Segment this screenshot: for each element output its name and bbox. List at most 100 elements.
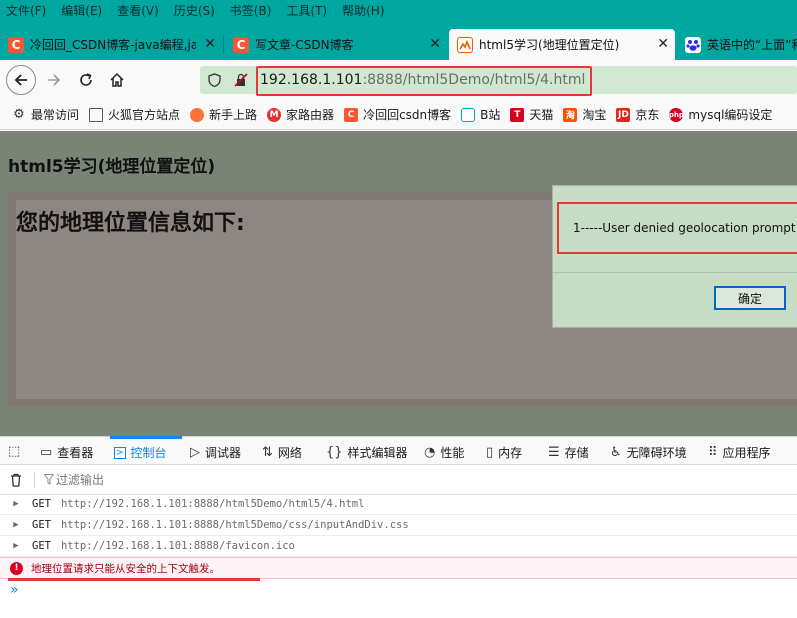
bookmark-label: 天猫	[529, 108, 554, 122]
php-icon: php	[669, 107, 684, 122]
bookmark-tmall[interactable]: T 天猫	[510, 106, 553, 123]
tab-label: 网络	[277, 446, 302, 460]
error-message: 地理位置请求只能从安全的上下文触发。	[31, 562, 220, 575]
log-row[interactable]: ▶ GET http://192.168.1.101:8888/favicon.…	[0, 536, 797, 557]
log-row[interactable]: ▶ GET http://192.168.1.101:8888/html5Dem…	[0, 515, 797, 536]
tab-title: html5学习(地理位置定位)	[479, 38, 620, 52]
bookmarks-bar: ⚙ 最常访问 火狐官方站点 新手上路 M 家路由器 C 冷回回csdn博客 B站 T天…	[0, 100, 797, 130]
tab-label: 样式编辑器	[347, 446, 408, 460]
expand-arrow-icon[interactable]: ▶	[0, 541, 32, 551]
tab-label: 应用程序	[722, 446, 771, 460]
ok-button[interactable]: 确定	[714, 286, 786, 310]
menu-bar: 文件(F) 编辑(E) 查看(V) 历史(S) 书签(B) 工具(T) 帮助(H…	[0, 0, 797, 20]
menu-edit[interactable]: 编辑(E)	[61, 2, 102, 19]
tab-debugger[interactable]: ▷ 调试器	[190, 444, 241, 461]
error-row[interactable]: ! 地理位置请求只能从安全的上下文触发。	[0, 557, 797, 579]
error-underline	[8, 578, 260, 581]
tab-csdn-blog[interactable]: C 冷回回_CSDN博客-java编程,ja ✕	[0, 29, 222, 60]
element-picker-button[interactable]: ⬚	[8, 444, 25, 459]
bookmark-label: 火狐官方站点	[108, 108, 181, 122]
expand-arrow-icon[interactable]: ▶	[0, 520, 32, 530]
bookmark-jd[interactable]: JD 京东	[616, 106, 659, 123]
tab-write-article[interactable]: C 写文章-CSDN博客 ✕	[225, 29, 447, 60]
tab-label: 存储	[564, 446, 589, 460]
tab-label: 调试器	[205, 446, 242, 460]
error-icon: !	[10, 561, 23, 575]
close-icon[interactable]: ✕	[657, 36, 669, 52]
tab-label: 性能	[440, 446, 465, 460]
folder-icon	[89, 107, 104, 122]
bookmark-label: mysql编码设定	[688, 108, 773, 122]
console-prompt[interactable]: »	[10, 582, 19, 598]
tab-accessibility[interactable]: ♿ 无障碍环境	[610, 444, 687, 461]
tab-title: 英语中的“上面”和	[707, 38, 797, 52]
tmall-icon: T	[510, 107, 525, 122]
home-button[interactable]	[103, 66, 131, 94]
divider	[553, 272, 797, 273]
tab-html5-geolocation[interactable]: html5学习(地理位置定位) ✕	[449, 29, 675, 60]
tab-style-editor[interactable]: {} 样式编辑器	[326, 444, 408, 461]
bookmark-home-router[interactable]: M 家路由器	[267, 106, 334, 123]
bookmark-most-visited[interactable]: ⚙ 最常访问	[12, 106, 79, 123]
tab-inspector[interactable]: ▭ 查看器	[40, 444, 93, 461]
log-url[interactable]: http://192.168.1.101:8888/favicon.ico	[61, 540, 295, 552]
debugger-icon: ▷	[190, 445, 200, 460]
baidu-icon	[685, 36, 701, 53]
geo-heading: 您的地理位置信息如下:	[16, 211, 245, 236]
log-method: GET	[32, 498, 51, 510]
menu-bookmarks[interactable]: 书签(B)	[230, 2, 272, 19]
menu-file[interactable]: 文件(F)	[6, 2, 46, 19]
bookmark-getting-started[interactable]: 新手上路	[190, 106, 257, 123]
bookmark-label: 家路由器	[286, 108, 335, 122]
m-icon: M	[267, 107, 282, 122]
back-button[interactable]	[6, 65, 36, 95]
close-icon[interactable]: ✕	[429, 36, 441, 52]
close-icon[interactable]: ✕	[204, 36, 216, 52]
log-url[interactable]: http://192.168.1.101:8888/html5Demo/html…	[61, 498, 364, 510]
shield-icon[interactable]	[208, 73, 221, 87]
trash-icon[interactable]	[10, 473, 22, 487]
menu-view[interactable]: 查看(V)	[117, 2, 159, 19]
bookmark-label: 京东	[635, 108, 660, 122]
storage-icon: ☰	[548, 445, 560, 460]
insecure-lock-icon[interactable]	[234, 73, 248, 87]
taobao-icon: 淘	[563, 107, 578, 122]
expand-arrow-icon[interactable]: ▶	[0, 499, 32, 509]
bookmark-firefox-official[interactable]: 火狐官方站点	[89, 106, 180, 123]
memory-icon: ▯	[486, 445, 494, 460]
tab-network[interactable]: ⇅ 网络	[262, 444, 302, 461]
filter-input[interactable]	[56, 471, 356, 489]
tab-application[interactable]: ⠿ 应用程序	[708, 444, 771, 461]
csdn-icon: C	[233, 36, 249, 53]
url-text[interactable]: 192.168.1.101:8888/html5Demo/html5/4.htm…	[260, 70, 585, 90]
arrow-left-icon	[14, 74, 27, 86]
tab-english-above[interactable]: 英语中的“上面”和	[677, 29, 797, 60]
bookmark-label: 最常访问	[31, 108, 80, 122]
tab-label: 查看器	[57, 446, 94, 460]
performance-icon: ◔	[424, 445, 436, 460]
forward-button[interactable]	[40, 66, 68, 94]
tab-label: 内存	[498, 446, 523, 460]
active-tab-indicator	[110, 436, 182, 439]
bookmark-bilibili[interactable]: B站	[461, 106, 500, 123]
tab-title: 写文章-CSDN博客	[255, 38, 354, 52]
tab-memory[interactable]: ▯ 内存	[486, 444, 522, 461]
console-toolbar	[0, 465, 797, 495]
menu-history[interactable]: 历史(S)	[174, 2, 215, 19]
page-icon	[457, 36, 473, 53]
menu-help[interactable]: 帮助(H)	[342, 2, 384, 19]
tab-performance[interactable]: ◔ 性能	[424, 444, 464, 461]
bookmark-mysql[interactable]: php mysql编码设定	[669, 106, 772, 123]
style-icon: {}	[326, 445, 343, 460]
tab-storage[interactable]: ☰ 存储	[548, 444, 589, 461]
menu-tools[interactable]: 工具(T)	[286, 2, 327, 19]
log-url[interactable]: http://192.168.1.101:8888/html5Demo/css/…	[61, 519, 409, 531]
network-icon: ⇅	[262, 445, 273, 460]
tab-console[interactable]: > 控制台	[114, 444, 167, 461]
bookmark-taobao[interactable]: 淘淘宝	[563, 106, 606, 123]
bookmark-csdn[interactable]: C 冷回回csdn博客	[344, 106, 451, 123]
log-row[interactable]: ▶ GET http://192.168.1.101:8888/html5Dem…	[0, 494, 797, 515]
reload-button[interactable]	[72, 66, 100, 94]
page-title: html5学习(地理位置定位)	[8, 157, 216, 177]
devtools-toolbar: ⬚ ▭ 查看器 > 控制台 ▷ 调试器 ⇅ 网络 {} 样式编辑器 ◔ 性能 ▯ 内存 ☰ 存储…	[0, 436, 797, 465]
